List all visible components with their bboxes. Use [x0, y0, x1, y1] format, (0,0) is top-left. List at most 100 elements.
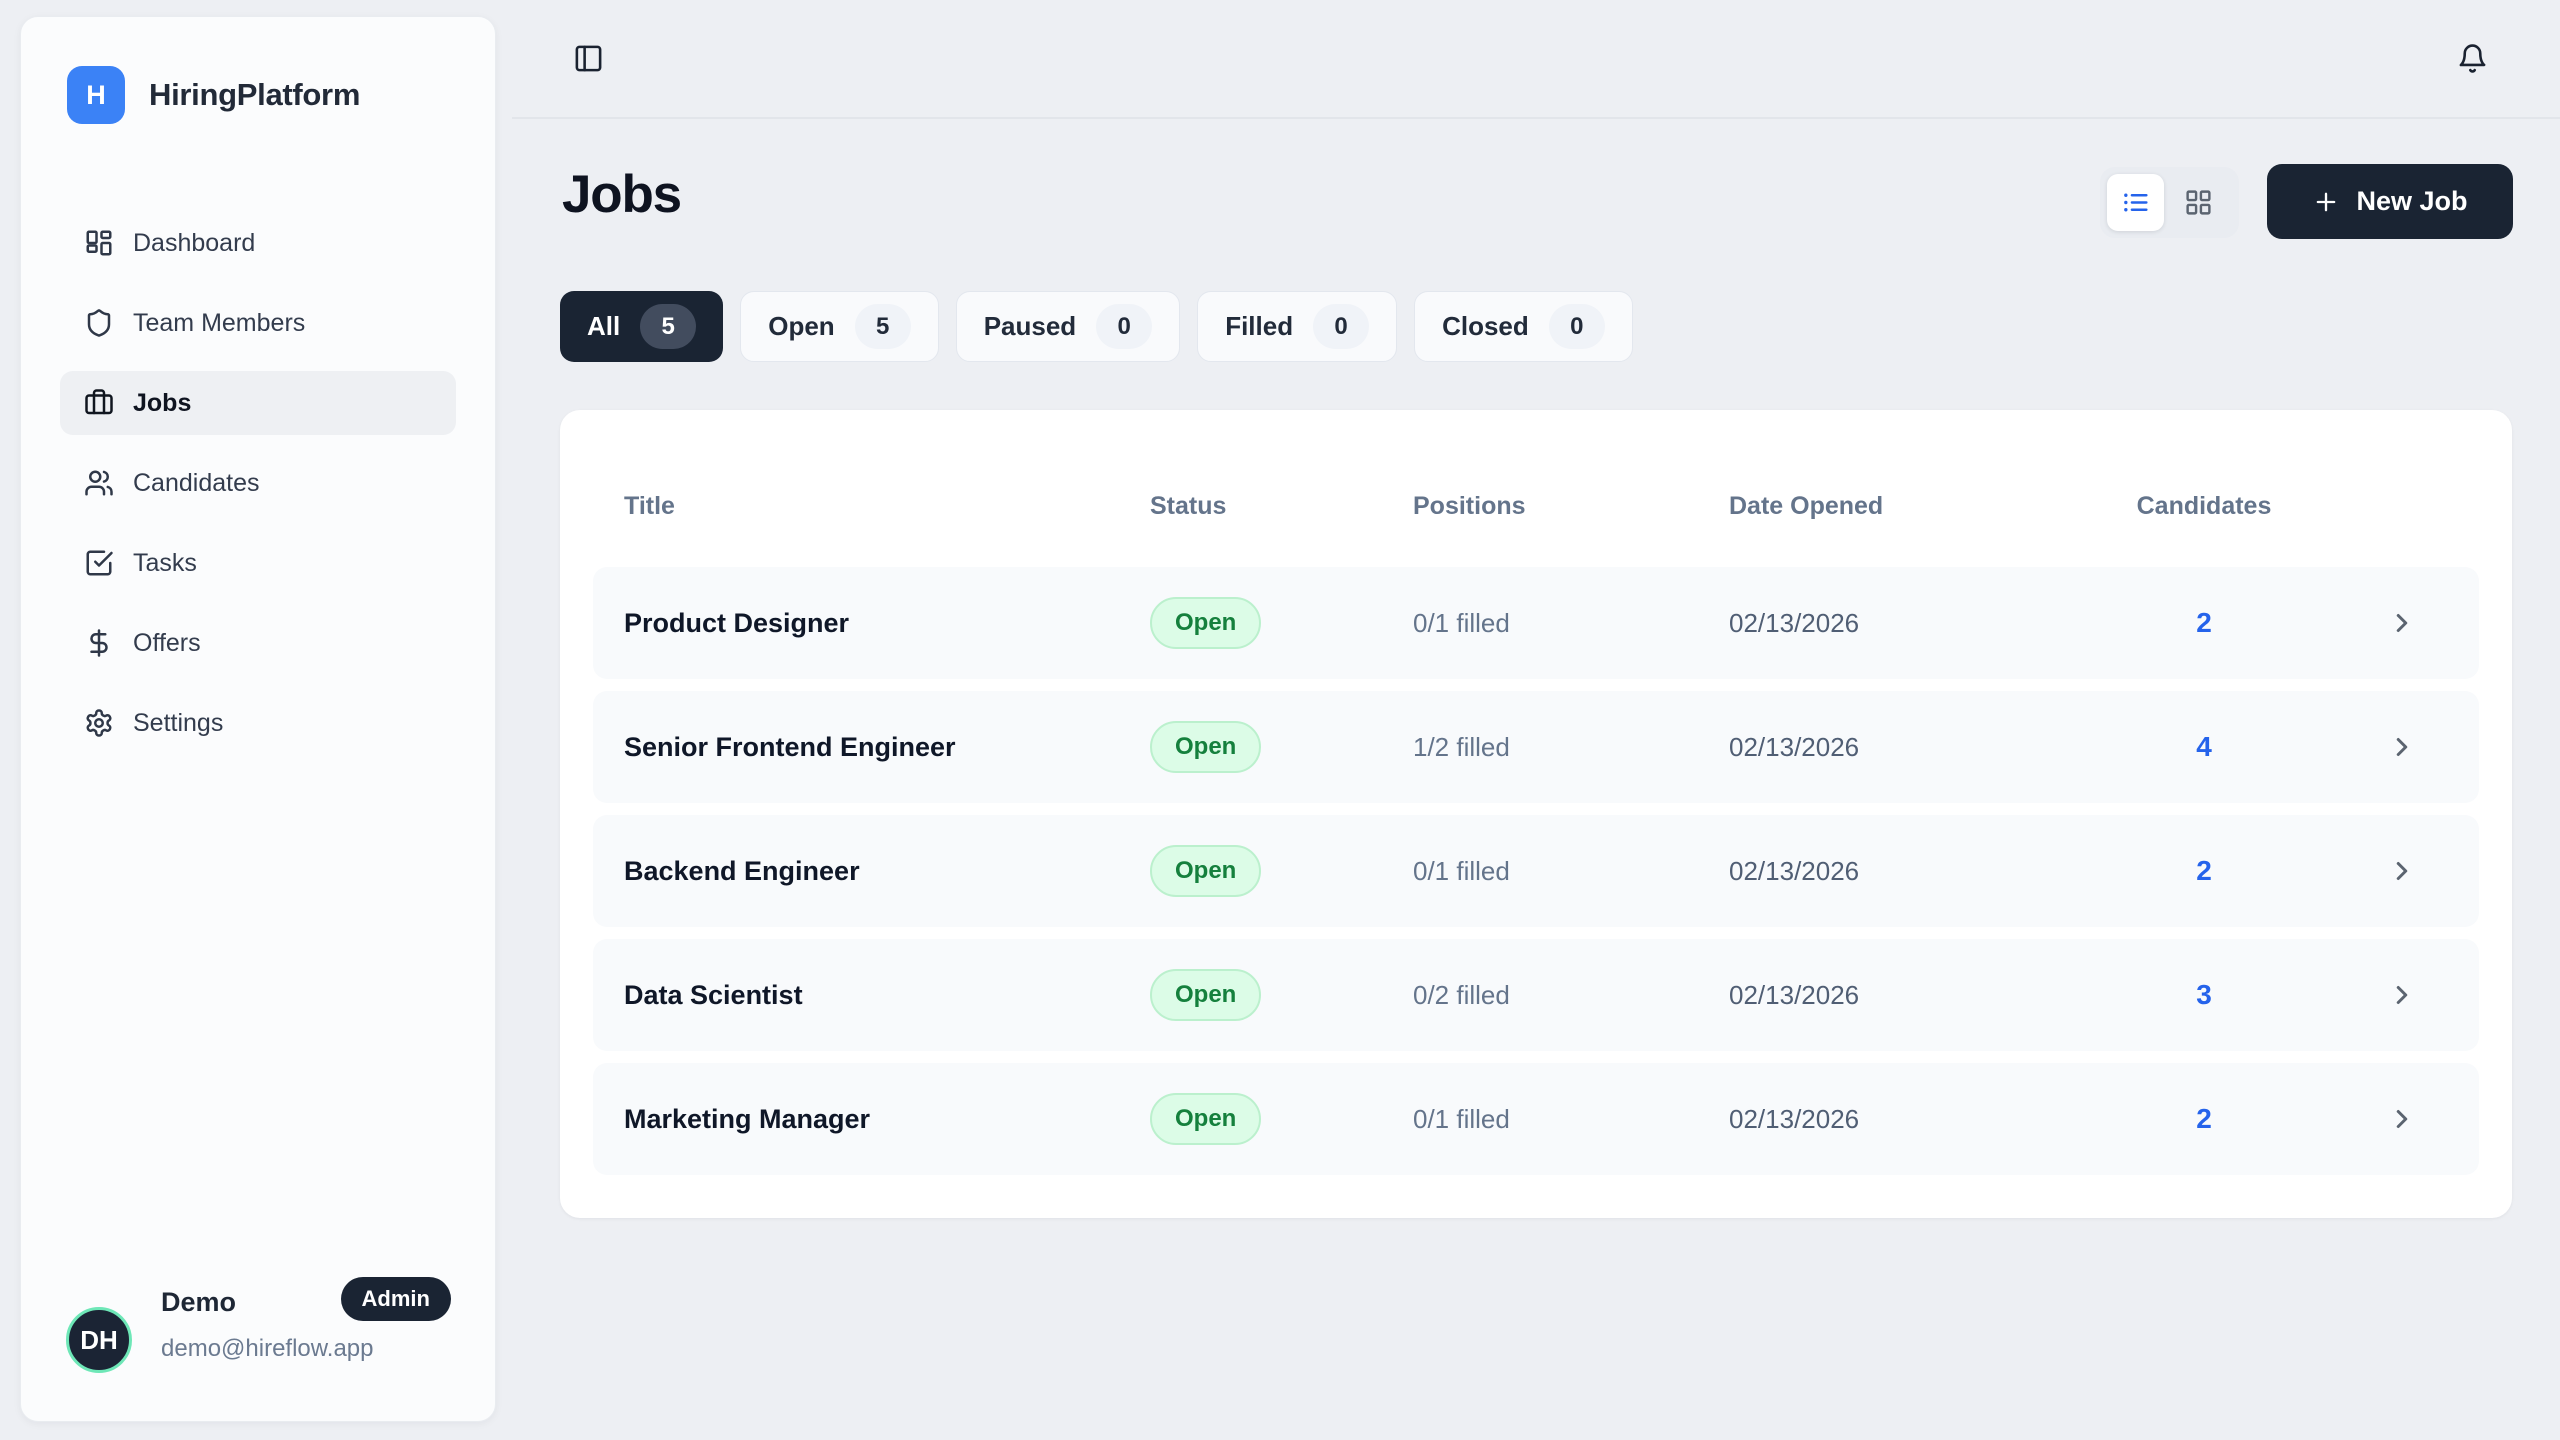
job-title: Product Designer [624, 608, 1150, 639]
check-square-icon [84, 548, 114, 578]
filter-count-badge: 0 [1313, 304, 1369, 349]
user-email: demo@hireflow.app [161, 1335, 373, 1363]
notifications-button[interactable] [2446, 32, 2498, 84]
filter-label: Paused [984, 311, 1077, 342]
filter-paused[interactable]: Paused 0 [956, 291, 1181, 362]
column-header-title: Title [624, 492, 1150, 521]
table-row[interactable]: Senior Frontend Engineer Open 1/2 filled… [593, 691, 2479, 803]
sidebar-item-jobs[interactable]: Jobs [60, 371, 456, 435]
sidebar-item-offers[interactable]: Offers [60, 611, 456, 675]
filter-label: Filled [1225, 311, 1293, 342]
jobs-table-card: Title Status Positions Date Opened Candi… [560, 410, 2512, 1218]
shield-icon [84, 308, 114, 338]
grid-icon [2184, 188, 2213, 217]
page-title: Jobs [562, 164, 681, 225]
users-icon [84, 468, 114, 498]
column-header-candidates: Candidates [2084, 492, 2324, 521]
positions-cell: 0/1 filled [1413, 856, 1729, 887]
role-badge: Admin [341, 1277, 451, 1321]
filter-label: Closed [1442, 311, 1529, 342]
user-section[interactable]: DH Demo Admin demo@hireflow.app [21, 1261, 495, 1421]
sidebar: H HiringPlatform Dashboard Team Members … [20, 16, 496, 1422]
job-title: Senior Frontend Engineer [624, 732, 1150, 763]
layout-dashboard-icon [84, 228, 114, 258]
table-row[interactable]: Marketing Manager Open 0/1 filled 02/13/… [593, 1063, 2479, 1175]
job-title: Data Scientist [624, 980, 1150, 1011]
filter-count-badge: 5 [640, 304, 696, 349]
plus-icon [2312, 188, 2340, 216]
user-name: Demo [161, 1287, 236, 1318]
status-badge: Open [1150, 721, 1261, 773]
sidebar-item-label: Team Members [133, 309, 305, 338]
list-icon [2121, 188, 2150, 217]
positions-cell: 0/1 filled [1413, 1104, 1729, 1135]
sidebar-item-label: Offers [133, 629, 201, 658]
candidates-count[interactable]: 2 [2084, 855, 2324, 887]
chevron-right-icon[interactable] [2387, 608, 2417, 638]
column-header-date-opened: Date Opened [1729, 492, 2084, 521]
date-opened-cell: 02/13/2026 [1729, 856, 2084, 887]
candidates-count[interactable]: 2 [2084, 607, 2324, 639]
sidebar-item-label: Tasks [133, 549, 197, 578]
sidebar-item-team-members[interactable]: Team Members [60, 291, 456, 355]
table-row[interactable]: Product Designer Open 0/1 filled 02/13/2… [593, 567, 2479, 679]
sidebar-item-label: Settings [133, 709, 223, 738]
column-header-positions: Positions [1413, 492, 1729, 521]
new-job-label: New Job [2356, 186, 2467, 217]
date-opened-cell: 02/13/2026 [1729, 1104, 2084, 1135]
table-row[interactable]: Backend Engineer Open 0/1 filled 02/13/2… [593, 815, 2479, 927]
positions-cell: 0/2 filled [1413, 980, 1729, 1011]
sidebar-item-tasks[interactable]: Tasks [60, 531, 456, 595]
sidebar-item-label: Jobs [133, 389, 191, 418]
positions-cell: 0/1 filled [1413, 608, 1729, 639]
filter-count-badge: 5 [855, 304, 911, 349]
chevron-right-icon[interactable] [2387, 856, 2417, 886]
sidebar-item-dashboard[interactable]: Dashboard [60, 211, 456, 275]
chevron-right-icon[interactable] [2387, 980, 2417, 1010]
filter-label: All [587, 311, 620, 342]
candidates-count[interactable]: 4 [2084, 731, 2324, 763]
filter-all[interactable]: All 5 [560, 291, 723, 362]
grid-view-button[interactable] [2170, 174, 2227, 231]
date-opened-cell: 02/13/2026 [1729, 732, 2084, 763]
briefcase-icon [84, 388, 114, 418]
status-badge: Open [1150, 969, 1261, 1021]
dollar-icon [84, 628, 114, 658]
status-badge: Open [1150, 845, 1261, 897]
date-opened-cell: 02/13/2026 [1729, 608, 2084, 639]
filter-filled[interactable]: Filled 0 [1197, 291, 1397, 362]
gear-icon [84, 708, 114, 738]
bell-icon [2457, 43, 2488, 74]
column-header-status: Status [1150, 492, 1413, 521]
sidebar-toggle-button[interactable] [564, 34, 612, 82]
job-title: Marketing Manager [624, 1104, 1150, 1135]
app-logo: H HiringPlatform [67, 65, 360, 125]
new-job-button[interactable]: New Job [2267, 164, 2513, 239]
status-badge: Open [1150, 1093, 1261, 1145]
candidates-count[interactable]: 3 [2084, 979, 2324, 1011]
chevron-right-icon[interactable] [2387, 732, 2417, 762]
topbar-divider [512, 117, 2560, 119]
sidebar-item-settings[interactable]: Settings [60, 691, 456, 755]
status-badge: Open [1150, 597, 1261, 649]
filter-closed[interactable]: Closed 0 [1414, 291, 1633, 362]
app-logo-badge: H [67, 66, 125, 124]
avatar: DH [66, 1307, 132, 1373]
sidebar-item-label: Candidates [133, 469, 259, 498]
sidebar-item-candidates[interactable]: Candidates [60, 451, 456, 515]
filter-open[interactable]: Open 5 [740, 291, 938, 362]
job-title: Backend Engineer [624, 856, 1150, 887]
filter-label: Open [768, 311, 834, 342]
filter-count-badge: 0 [1096, 304, 1152, 349]
view-mode-toggle [2100, 167, 2239, 238]
date-opened-cell: 02/13/2026 [1729, 980, 2084, 1011]
table-row[interactable]: Data Scientist Open 0/2 filled 02/13/202… [593, 939, 2479, 1051]
sidebar-item-label: Dashboard [133, 229, 255, 258]
sidebar-nav: Dashboard Team Members Jobs Candidates T… [60, 211, 456, 755]
candidates-count[interactable]: 2 [2084, 1103, 2324, 1135]
list-view-button[interactable] [2107, 174, 2164, 231]
positions-cell: 1/2 filled [1413, 732, 1729, 763]
panel-left-icon [573, 43, 604, 74]
chevron-right-icon[interactable] [2387, 1104, 2417, 1134]
filter-count-badge: 0 [1549, 304, 1605, 349]
